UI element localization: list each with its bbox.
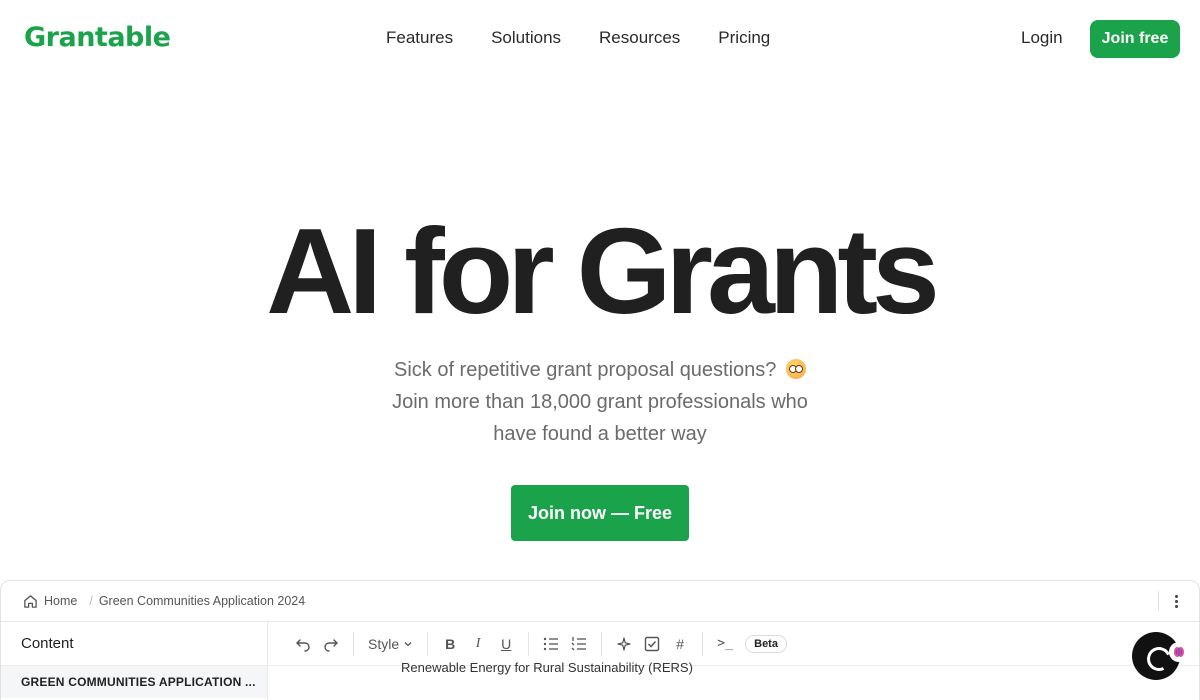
hash-button[interactable]: #	[666, 630, 694, 658]
brain-icon[interactable]	[1168, 641, 1190, 663]
nav-link-solutions[interactable]: Solutions	[491, 28, 561, 48]
flushed-face-icon	[786, 359, 806, 379]
sidebar-item-application[interactable]: GREEN COMMUNITIES APPLICATION ...	[1, 666, 267, 698]
join-free-button[interactable]: Join free	[1090, 20, 1180, 58]
redo-icon[interactable]	[317, 630, 345, 658]
sparkle-icon[interactable]	[610, 630, 638, 658]
hero-title: AI for Grants	[266, 203, 940, 339]
toolbar-separator	[353, 631, 354, 656]
toolbar-separator	[702, 631, 704, 656]
app-preview: Home / Green Communities Application 202…	[0, 580, 1200, 700]
nav-link-resources[interactable]: Resources	[599, 28, 680, 48]
divider	[1158, 591, 1159, 611]
nav-links: Features Solutions Resources Pricing	[386, 28, 770, 48]
terminal-icon[interactable]: >_	[711, 630, 739, 658]
breadcrumb: Home / Green Communities Application 202…	[1, 581, 1199, 622]
more-options-icon[interactable]	[1167, 591, 1185, 611]
breadcrumb-home-label: Home	[44, 594, 78, 608]
italic-button[interactable]: I	[464, 630, 492, 658]
join-now-button[interactable]: Join now — Free	[511, 485, 689, 541]
hero-sub-line1: Sick of repetitive grant proposal questi…	[393, 359, 777, 381]
logo[interactable]: Grantable	[24, 22, 171, 53]
bold-button[interactable]: B	[436, 630, 464, 658]
beta-badge: Beta	[745, 634, 787, 653]
toolbar-separator	[601, 631, 603, 656]
breadcrumb-current[interactable]: Green Communities Application 2024	[99, 594, 305, 608]
checkbox-icon[interactable]	[638, 630, 666, 658]
nav-link-features[interactable]: Features	[386, 28, 453, 48]
hero-sub-line3: have found a better way	[493, 423, 707, 445]
nav-link-pricing[interactable]: Pricing	[718, 28, 770, 48]
sidebar-title: Content	[1, 622, 267, 666]
breadcrumb-separator: /	[89, 594, 93, 608]
login-link[interactable]: Login	[1021, 28, 1063, 48]
document-text: Renewable Energy for Rural Sustainabilit…	[401, 660, 693, 675]
toolbar-separator	[528, 631, 530, 656]
breadcrumb-home[interactable]: Home	[23, 594, 77, 609]
top-nav: Grantable Features Solutions Resources P…	[0, 0, 1200, 78]
toolbar-separator	[427, 631, 429, 656]
underline-button[interactable]: U	[492, 630, 520, 658]
hero-subtitle: Sick of repetitive grant proposal questi…	[0, 354, 1200, 450]
hero-sub-line2: Join more than 18,000 grant professional…	[392, 391, 808, 413]
bullet-list-icon[interactable]	[537, 630, 565, 658]
style-label: Style	[368, 635, 400, 652]
content-sidebar: Content GREEN COMMUNITIES APPLICATION ..…	[1, 622, 268, 700]
home-icon	[24, 594, 37, 608]
chevron-down-icon	[404, 641, 412, 646]
style-dropdown[interactable]: Style	[362, 630, 419, 658]
numbered-list-icon[interactable]	[565, 630, 593, 658]
undo-icon[interactable]	[289, 630, 317, 658]
